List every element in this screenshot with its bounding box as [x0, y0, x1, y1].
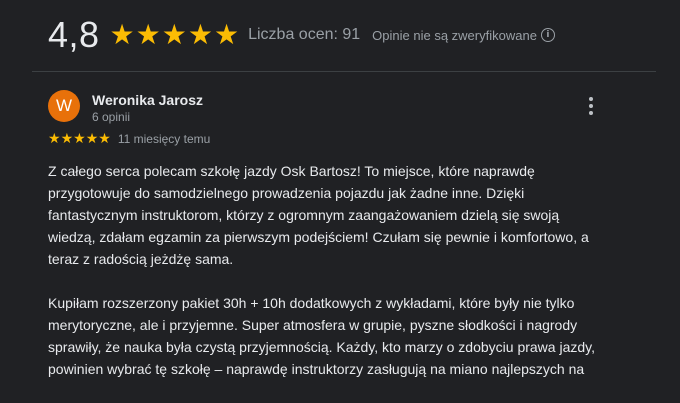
dot: [589, 104, 593, 108]
rating-summary: 4,8 ★ ★ ★ ★ ★ Liczba ocen: 91 Opinie nie…: [48, 12, 555, 58]
rating-count: Liczba ocen: 91: [248, 26, 361, 43]
review-text: Z całego serca polecam szkołę jazdy Osk …: [48, 160, 608, 380]
more-options-icon[interactable]: [584, 94, 598, 118]
reviewer-name[interactable]: Weronika Jarosz: [92, 92, 203, 108]
divider: [32, 71, 656, 72]
star-icon: ★: [187, 19, 213, 50]
review-rating: ★★★★★ 11 miesięcy temu: [48, 130, 210, 148]
star-icon: ★: [161, 19, 187, 50]
average-stars: ★ ★ ★ ★ ★: [110, 12, 241, 58]
review-paragraph: Kupiłam rozszerzony pakiet 30h + 10h dod…: [48, 295, 595, 377]
unverified-label: Opinie nie są zweryfikowane: [372, 27, 537, 43]
star-icon: ★: [85, 130, 99, 146]
star-icon: ★: [109, 19, 135, 50]
unverified-notice[interactable]: Opinie nie są zweryfikowane i: [372, 28, 555, 43]
info-icon[interactable]: i: [540, 28, 555, 42]
star-icon: ★: [60, 130, 74, 146]
dot: [589, 97, 593, 101]
star-icon: ★: [73, 130, 86, 146]
reviewer-review-count: 6 opinii: [92, 110, 131, 124]
avatar[interactable]: W: [48, 90, 80, 122]
dot: [589, 111, 593, 115]
average-rating: 4,8: [48, 14, 100, 55]
star-icon: ★: [135, 19, 161, 50]
star-icon: ★: [48, 130, 61, 146]
review-stars: ★★★★★: [48, 130, 111, 148]
star-icon: ★: [98, 130, 111, 146]
review-date: 11 miesięcy temu: [117, 132, 211, 146]
star-icon: ★: [213, 19, 240, 50]
review-paragraph: Z całego serca polecam szkołę jazdy Osk …: [48, 163, 589, 267]
